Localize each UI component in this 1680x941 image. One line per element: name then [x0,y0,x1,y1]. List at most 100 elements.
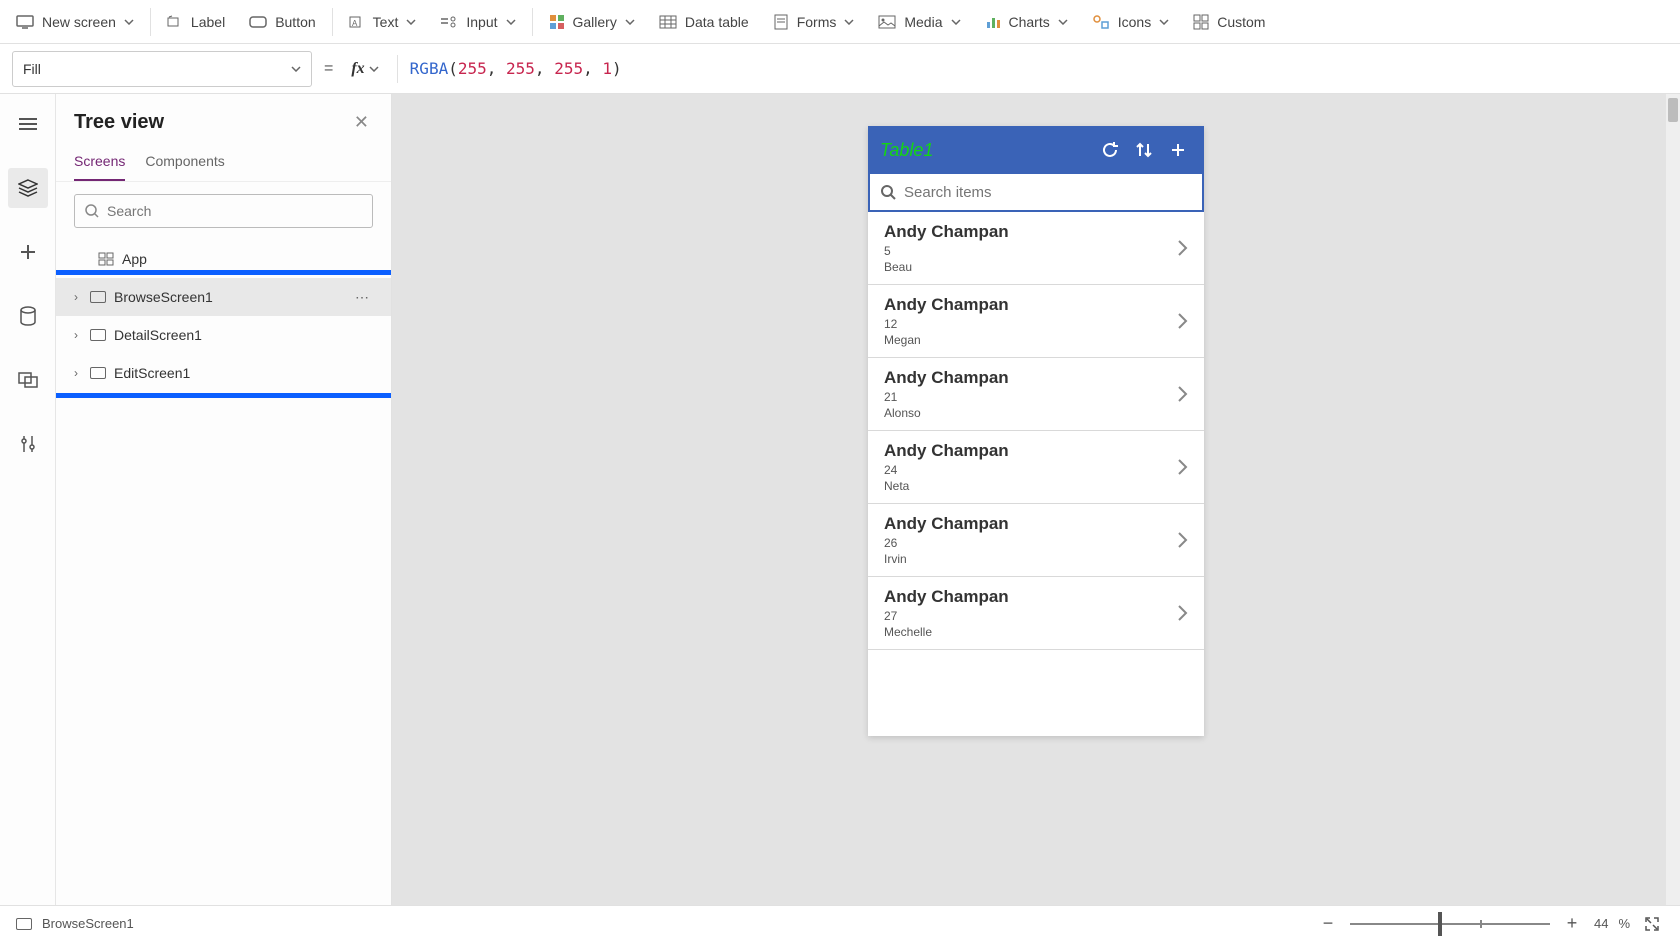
custom-icon [1193,14,1209,30]
tree-view-rail-button[interactable] [8,168,48,208]
separator [150,8,151,36]
search-box[interactable] [868,174,1204,212]
gallery-item[interactable]: Andy Champan 27 Mechelle [868,577,1204,650]
node-more-button[interactable]: ⋯ [349,289,377,306]
database-icon [20,306,36,326]
chevron-down-icon [291,66,301,72]
gallery-item[interactable]: Andy Champan 5 Beau [868,212,1204,285]
tree-node-label: BrowseScreen1 [114,289,213,305]
gallery-item[interactable]: Andy Champan 12 Megan [868,285,1204,358]
custom-button[interactable]: Custom [1181,8,1277,36]
tab-components[interactable]: Components [145,145,224,181]
sort-icon [1135,141,1153,159]
item-title: Andy Champan [884,222,1176,242]
item-title: Andy Champan [884,368,1176,388]
tree-node-label: EditScreen1 [114,365,190,381]
chevron-down-icon [625,19,635,25]
text-label: Text [373,14,399,30]
fit-to-screen-button[interactable] [1640,912,1664,936]
media-rail-button[interactable] [8,360,48,400]
item-subtitle: 24 [884,463,1176,477]
icons-button[interactable]: Icons [1080,8,1181,36]
sort-button[interactable] [1130,136,1158,164]
equals-sign: = [324,60,333,78]
slider-thumb[interactable] [1438,912,1442,936]
formula-input[interactable]: RGBA(255, 255, 255, 1) [410,59,1668,78]
forms-label: Forms [797,14,837,30]
insert-rail-button[interactable] [8,232,48,272]
property-selector[interactable]: Fill [12,51,312,87]
chevron-down-icon [124,19,134,25]
search-input[interactable] [904,184,1192,201]
chevron-down-icon [369,66,379,72]
custom-label: Custom [1217,14,1265,30]
expand-toggle[interactable]: › [70,328,82,342]
svg-text:A: A [352,19,358,28]
status-bar: BrowseScreen1 − + 44 % [0,905,1680,941]
input-button[interactable]: Input [428,8,527,36]
chevron-down-icon [506,19,516,25]
media-label: Media [904,14,942,30]
icons-icon [1092,14,1110,30]
scrollbar-thumb[interactable] [1668,98,1678,122]
zoom-slider[interactable] [1350,923,1550,925]
charts-icon [985,15,1001,29]
tree-header: Tree view ✕ [56,94,391,145]
screen-icon [90,367,106,379]
new-screen-button[interactable]: New screen [4,8,146,36]
media-button[interactable]: Media [866,8,972,36]
hamburger-button[interactable] [8,104,48,144]
expand-toggle[interactable]: › [70,290,82,304]
tree-search-input[interactable] [107,203,362,219]
datatable-icon [659,15,677,29]
separator [532,8,533,36]
gallery-label: Gallery [573,14,617,30]
insert-toolbar: New screen Label Button A Text Input Gal… [0,0,1680,44]
gallery-item[interactable]: Andy Champan 24 Neta [868,431,1204,504]
input-icon [440,15,458,29]
button-button[interactable]: Button [237,8,327,36]
data-rail-button[interactable] [8,296,48,336]
close-panel-button[interactable]: ✕ [350,108,373,137]
zoom-out-button[interactable]: − [1316,912,1340,936]
new-screen-label: New screen [42,14,116,30]
expand-toggle[interactable]: › [70,366,82,380]
tree-node-browsescreen1[interactable]: › BrowseScreen1 ⋯ [56,278,391,316]
forms-button[interactable]: Forms [761,8,867,36]
refresh-button[interactable] [1096,136,1124,164]
main-area: Tree view ✕ Screens Components App › Bro… [0,94,1680,905]
item-title: Andy Champan [884,441,1176,461]
chevron-down-icon [951,19,961,25]
charts-button[interactable]: Charts [973,8,1080,36]
gallery-button[interactable]: Gallery [537,8,647,36]
canvas[interactable]: Table1 Andy Champan 5 Beau [392,94,1680,905]
gallery-icon [549,14,565,30]
zoom-value: 44 [1594,916,1608,931]
screen-icon [16,15,34,29]
text-button[interactable]: A Text [337,8,429,36]
fx-button[interactable]: fx [345,58,384,80]
tree-node-detailscreen1[interactable]: › DetailScreen1 [56,316,391,354]
tree-search[interactable] [74,194,373,228]
forms-icon [773,14,789,30]
plus-icon [19,243,37,261]
chevron-down-icon [406,19,416,25]
tree-node-editscreen1[interactable]: › EditScreen1 [56,354,391,392]
item-subtitle: 5 [884,244,1176,258]
phone-preview: Table1 Andy Champan 5 Beau [868,126,1204,736]
tab-screens[interactable]: Screens [74,145,125,181]
add-button[interactable] [1164,136,1192,164]
input-label: Input [466,14,497,30]
gallery-item[interactable]: Andy Champan 26 Irvin [868,504,1204,577]
screen-icon [90,329,106,341]
tree-view-panel: Tree view ✕ Screens Components App › Bro… [56,94,392,905]
label-button[interactable]: Label [155,8,237,36]
vertical-scrollbar[interactable] [1666,94,1680,905]
advanced-rail-button[interactable] [8,424,48,464]
tree-list: App › BrowseScreen1 ⋯ › DetailScreen1 › … [56,240,391,905]
gallery-item[interactable]: Andy Champan 21 Alonso [868,358,1204,431]
data-table-button[interactable]: Data table [647,8,761,36]
tree-node-app[interactable]: App [56,240,391,278]
screens-icon [18,372,38,388]
zoom-in-button[interactable]: + [1560,912,1584,936]
